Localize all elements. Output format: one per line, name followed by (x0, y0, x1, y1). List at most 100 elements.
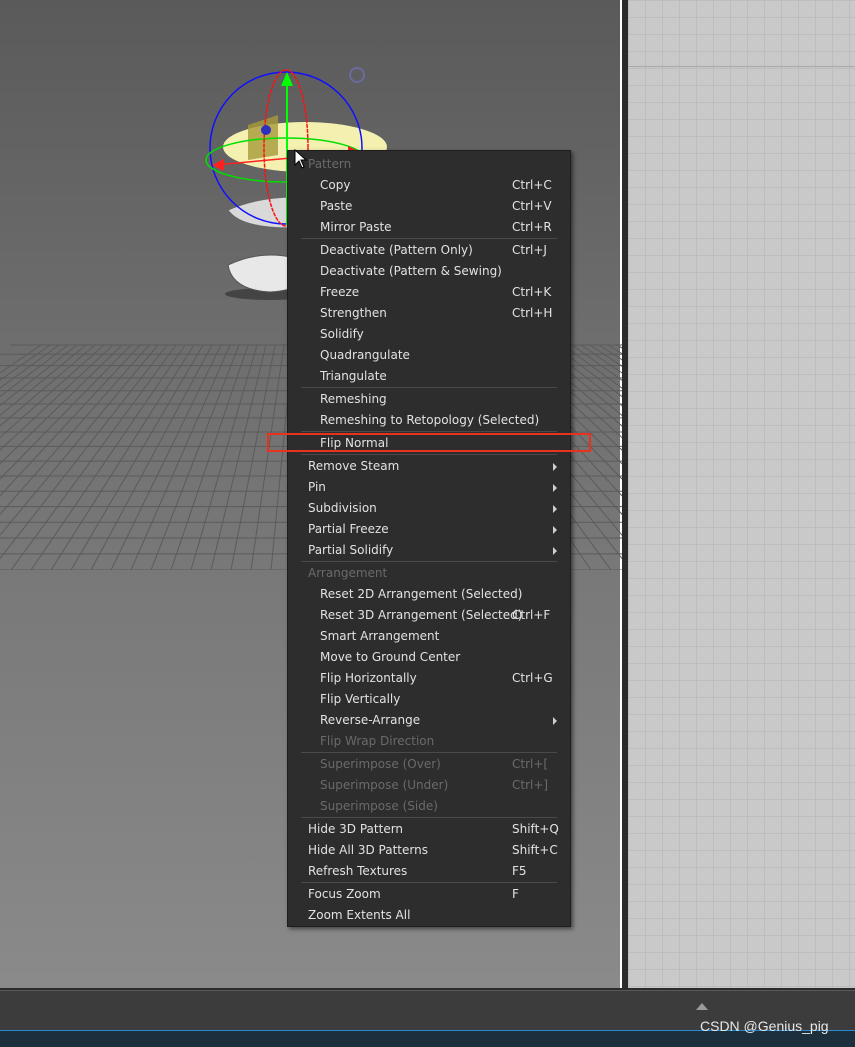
menu-item-label: Superimpose (Side) (320, 799, 438, 813)
menu-item-smart-arrangement[interactable]: Smart Arrangement (288, 626, 570, 647)
grid-line (0, 344, 96, 427)
menu-item-flip-horizontally[interactable]: Flip Horizontally Ctrl+G (288, 668, 570, 689)
grid-line (250, 344, 285, 570)
menu-item-solidify[interactable]: Solidify (288, 324, 570, 345)
menu-item-label: Smart Arrangement (320, 629, 440, 643)
menu-item-freeze[interactable]: Freeze Ctrl+K (288, 282, 570, 303)
menu-item-remeshing[interactable]: Remeshing (288, 389, 570, 410)
2d-pattern-panel[interactable] (628, 0, 855, 988)
menu-item-label: Remove Steam (308, 459, 400, 473)
menu-item-quadrangulate[interactable]: Quadrangulate (288, 345, 570, 366)
menu-item-reset-2d-arrangement-selected[interactable]: Reset 2D Arrangement (Selected) (288, 584, 570, 605)
menu-item-partial-freeze[interactable]: Partial Freeze (288, 519, 570, 540)
menu-item-remeshing-to-retopology-selected[interactable]: Remeshing to Retopology (Selected) (288, 410, 570, 431)
grid-line (170, 344, 249, 570)
menu-item-shortcut: F5 (512, 864, 527, 878)
menu-item-mirror-paste[interactable]: Mirror Paste Ctrl+R (288, 217, 570, 238)
menu-item-label: Remeshing (320, 392, 387, 406)
menu-item-label: Flip Wrap Direction (320, 734, 435, 748)
menu-item-hide-3d-pattern[interactable]: Hide 3D Pattern Shift+Q (288, 819, 570, 840)
menu-item-label: Triangulate (320, 369, 387, 383)
grid-line (190, 344, 258, 570)
menu-item-shortcut: Ctrl+] (512, 778, 549, 792)
menu-item-label: Strengthen (320, 306, 387, 320)
menu-item-move-to-ground-center[interactable]: Move to Ground Center (288, 647, 570, 668)
mouse-cursor-icon (294, 149, 308, 169)
menu-item-shortcut: Shift+C (512, 843, 558, 857)
menu-item-label: Remeshing to Retopology (Selected) (320, 413, 540, 427)
menu-item-deactivate-pattern-sewing[interactable]: Deactivate (Pattern & Sewing) (288, 261, 570, 282)
menu-item-superimpose-over: Superimpose (Over) Ctrl+[ (288, 754, 570, 775)
menu-section-header: Pattern (288, 154, 570, 175)
menu-item-zoom-extents-all[interactable]: Zoom Extents All (288, 905, 570, 926)
menu-item-label: Quadrangulate (320, 348, 410, 362)
menu-item-shortcut: Ctrl+H (512, 306, 553, 320)
menu-item-label: Superimpose (Under) (320, 778, 449, 792)
grid-line (130, 344, 231, 570)
menu-item-hide-all-3d-patterns[interactable]: Hide All 3D Patterns Shift+C (288, 840, 570, 861)
menu-item-flip-vertically[interactable]: Flip Vertically (288, 689, 570, 710)
grid-line (571, 344, 622, 381)
menu-item-label: Hide 3D Pattern (308, 822, 404, 836)
menu-item-strengthen[interactable]: Strengthen Ctrl+H (288, 303, 570, 324)
menu-item-label: Reset 3D Arrangement (Selected) (320, 608, 523, 622)
menu-item-refresh-textures[interactable]: Refresh Textures F5 (288, 861, 570, 882)
menu-item-reverse-arrange[interactable]: Reverse-Arrange (288, 710, 570, 731)
grid-line (0, 344, 51, 381)
menu-item-label: Pin (308, 480, 326, 494)
menu-item-label: Hide All 3D Patterns (308, 843, 428, 857)
menu-item-paste[interactable]: Paste Ctrl+V (288, 196, 570, 217)
menu-item-label: Superimpose (Over) (320, 757, 441, 771)
menu-item-label: Reverse-Arrange (320, 713, 421, 727)
menu-item-shortcut: Shift+Q (512, 822, 559, 836)
menu-item-label: Focus Zoom (308, 887, 381, 901)
menu-item-triangulate[interactable]: Triangulate (288, 366, 570, 387)
grid-line (0, 344, 150, 516)
menu-item-shortcut: F (512, 887, 519, 901)
menu-item-label: Flip Horizontally (320, 671, 417, 685)
menu-item-reset-3d-arrangement-selected[interactable]: Reset 3D Arrangement (Selected) Ctrl+F (288, 605, 570, 626)
menu-item-subdivision[interactable]: Subdivision (288, 498, 570, 519)
menu-item-label: Deactivate (Pattern & Sewing) (320, 264, 502, 278)
grid-line (110, 344, 222, 570)
panel-divider (628, 66, 855, 67)
menu-item-shortcut: Ctrl+[ (512, 757, 549, 771)
menu-item-label: Copy (320, 178, 351, 192)
menu-section-header: Arrangement (288, 563, 570, 584)
menu-item-label: Deactivate (Pattern Only) (320, 243, 473, 257)
context-menu: Pattern Copy Ctrl+C Paste Ctrl+V Mirror Paste… (287, 150, 571, 927)
menu-item-shortcut: Ctrl+C (512, 178, 552, 192)
submenu-arrow-icon (553, 547, 557, 555)
menu-item-label: Solidify (320, 327, 364, 341)
menu-item-deactivate-pattern-only[interactable]: Deactivate (Pattern Only) Ctrl+J (288, 240, 570, 261)
highlight-box (267, 433, 591, 452)
menu-item-shortcut: Ctrl+J (512, 243, 547, 257)
grid-line (0, 344, 168, 560)
grid-line (589, 344, 622, 367)
grid-line (230, 344, 276, 570)
menu-item-focus-zoom[interactable]: Focus Zoom F (288, 884, 570, 905)
menu-item-shortcut: Ctrl+F (512, 608, 551, 622)
menu-item-label: Freeze (320, 285, 360, 299)
submenu-arrow-icon (553, 526, 557, 534)
menu-item-remove-steam[interactable]: Remove Steam (288, 456, 570, 477)
grid-line (0, 344, 105, 439)
menu-item-copy[interactable]: Copy Ctrl+C (288, 175, 570, 196)
menu-item-partial-solidify[interactable]: Partial Solidify (288, 540, 570, 561)
grid-line (598, 344, 622, 361)
menu-item-flip-wrap-direction: Flip Wrap Direction (288, 731, 570, 752)
submenu-arrow-icon (553, 484, 557, 492)
submenu-arrow-icon (553, 505, 557, 513)
menu-item-pin[interactable]: Pin (288, 477, 570, 498)
expand-up-icon[interactable] (696, 1003, 708, 1010)
section-label: Arrangement (308, 566, 388, 580)
grid-line (0, 344, 123, 465)
menu-item-label: Partial Freeze (308, 522, 389, 536)
menu-item-superimpose-under: Superimpose (Under) Ctrl+] (288, 775, 570, 796)
menu-item-label: Refresh Textures (308, 864, 408, 878)
submenu-arrow-icon (553, 717, 557, 725)
menu-item-label: Flip Vertically (320, 692, 401, 706)
menu-item-shortcut: Ctrl+G (512, 671, 553, 685)
menu-item-label: Reset 2D Arrangement (Selected) (320, 587, 523, 601)
grid-line (50, 344, 195, 570)
